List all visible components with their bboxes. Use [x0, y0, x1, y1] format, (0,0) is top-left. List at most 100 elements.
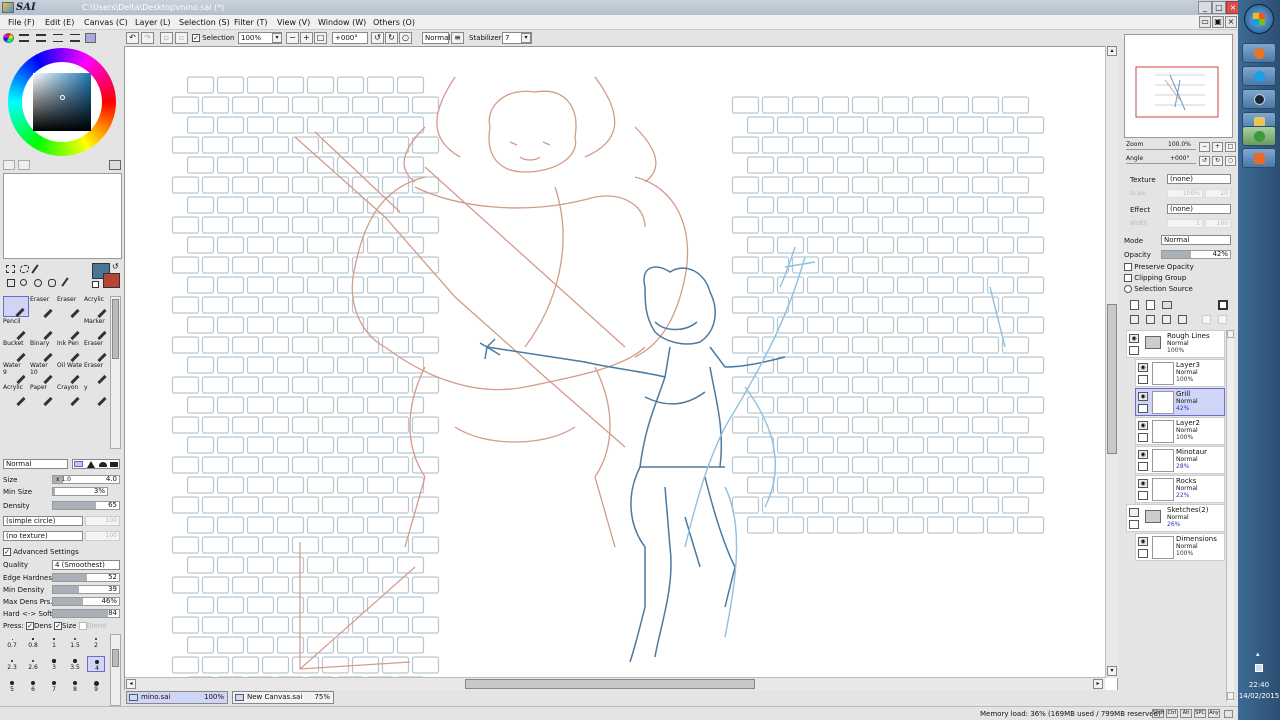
min-density-slider[interactable]: 39	[52, 585, 120, 594]
layer-visibility-icon[interactable]: ◉	[1129, 334, 1139, 343]
brush-tool-slot[interactable]: Water 9	[3, 362, 29, 385]
size-presets-scroll-thumb[interactable]	[112, 649, 119, 667]
brush-tool-slot[interactable]: Eraser	[84, 362, 110, 385]
brush-tool-slot[interactable]: y	[84, 384, 110, 407]
brush-shape-1-icon[interactable]	[74, 461, 83, 467]
zoom-tool-icon[interactable]	[20, 279, 27, 286]
hsv-slider-icon[interactable]	[36, 34, 46, 42]
menu-canvas[interactable]: Canvas (C)	[84, 17, 128, 28]
navigator-preview[interactable]	[1124, 34, 1233, 138]
brush-tool-slot[interactable]: Water 10	[30, 362, 56, 385]
deselect-button[interactable]: ▫	[160, 32, 173, 44]
layer-visibility-icon[interactable]: ◉	[1138, 450, 1148, 459]
doc-close-button[interactable]: ×	[1225, 16, 1237, 28]
brush-size-preset[interactable]: 1	[45, 634, 63, 650]
rotate-left-button[interactable]: ↺	[371, 32, 384, 44]
taskbar-app[interactable]	[1242, 126, 1276, 146]
quality-select[interactable]: 4 (Smoothest)	[52, 560, 120, 570]
color-wheel-mode-icon[interactable]	[3, 33, 14, 43]
swatch-remove-button[interactable]	[18, 160, 30, 170]
hard-soft-slider[interactable]: 84	[52, 609, 120, 618]
scratchpad-toggle-button[interactable]	[109, 160, 121, 170]
layer-lock-icon[interactable]	[1138, 491, 1148, 500]
brush-size-preset[interactable]: 6	[24, 678, 42, 694]
nav-angle-slider[interactable]	[1126, 163, 1196, 164]
flip-view-button[interactable]: ≡	[451, 32, 464, 44]
preserve-opacity-toggle[interactable]: Preserve Opacity	[1124, 263, 1194, 271]
clear-layer-icon[interactable]	[1162, 315, 1171, 324]
stabilizer-dropdown-icon[interactable]: ▾	[521, 33, 531, 43]
maximize-button[interactable]: □	[1212, 1, 1226, 14]
menu-layer[interactable]: Layer (L)	[135, 17, 171, 28]
preserve-opacity-checkbox[interactable]	[1124, 263, 1132, 271]
angle-field[interactable]: +000°	[332, 32, 368, 44]
brush-tool-slot[interactable]: Eraser	[57, 296, 83, 319]
key-config-icon[interactable]	[1224, 710, 1233, 718]
redo-button[interactable]: ↷	[141, 32, 154, 44]
rgb-slider-icon[interactable]	[19, 34, 29, 42]
nav-rotate-reset-button[interactable]: ○	[1225, 156, 1236, 166]
color-sv-square[interactable]	[33, 73, 91, 131]
undo-button[interactable]: ↶	[126, 32, 139, 44]
scratchpad-icon[interactable]	[70, 34, 80, 42]
zoom-reset-button[interactable]: □	[314, 32, 327, 44]
swatch-add-button[interactable]	[3, 160, 15, 170]
brush-size-preset[interactable]: 2	[87, 634, 105, 650]
brush-tool-slot[interactable]: Crayon	[57, 384, 83, 407]
layer-item[interactable]: ◉ Minotaur Normal 28%	[1135, 446, 1225, 474]
transfer-down-icon[interactable]	[1130, 315, 1139, 324]
secondary-color-swatch[interactable]	[103, 273, 120, 288]
brush-shape-3-icon[interactable]	[99, 462, 107, 467]
taskbar-firefox[interactable]	[1242, 43, 1276, 63]
brush-tool-slot[interactable]: Acrylic	[3, 384, 29, 407]
scratchpad[interactable]	[3, 173, 122, 259]
effect-strength-field[interactable]: 100	[1205, 219, 1231, 228]
drawing-canvas[interactable]	[124, 46, 1118, 691]
color-wheel[interactable]	[8, 48, 116, 156]
delete-layer-icon[interactable]	[1178, 315, 1187, 324]
invert-selection-button[interactable]: ▫	[175, 32, 188, 44]
color-picker-cursor[interactable]	[60, 95, 65, 100]
layer-item[interactable]: ◉ Rocks Normal 22%	[1135, 475, 1225, 503]
scroll-right-icon[interactable]: ▸	[1093, 679, 1103, 689]
brush-size-preset[interactable]: 9	[87, 678, 105, 694]
size-presets-scrollbar[interactable]	[110, 634, 121, 706]
lasso-icon[interactable]	[20, 265, 29, 273]
menu-selection[interactable]: Selection (S)	[179, 17, 230, 28]
selection-toggle[interactable]: ✓ Selection	[192, 33, 235, 43]
tool-grid-scrollbar[interactable]	[110, 296, 121, 449]
swap-colors-icon[interactable]: ↺	[112, 262, 119, 271]
layer-item[interactable]: ◉ Dimensions Normal 100%	[1135, 533, 1225, 561]
layer-visibility-icon[interactable]	[1129, 508, 1139, 517]
taskbar-paint-tool-sai[interactable]	[1242, 148, 1276, 168]
swatches-icon[interactable]	[53, 34, 63, 42]
selection-source-checkbox[interactable]	[1124, 285, 1132, 293]
scroll-down-icon[interactable]: ▾	[1107, 666, 1117, 676]
nav-zoom-slider[interactable]	[1126, 149, 1196, 150]
brush-tool-slot[interactable]: Ink Pen	[57, 340, 83, 363]
rotate-right-button[interactable]: ↻	[385, 32, 398, 44]
brush-shape-strength[interactable]: 100	[85, 516, 120, 526]
brush-shape-2-icon[interactable]	[87, 461, 95, 468]
layer-scroll-down-icon[interactable]	[1227, 692, 1234, 700]
nav-zoom-out-button[interactable]: −	[1199, 142, 1210, 152]
advanced-settings-checkbox[interactable]: ✓	[3, 548, 11, 556]
brush-tool-slot[interactable]: Oil Wate	[57, 362, 83, 385]
layer-lock-icon[interactable]	[1129, 346, 1139, 355]
brush-size-preset[interactable]: 2.3	[3, 656, 21, 672]
nav-rotate-right-button[interactable]: ↻	[1212, 156, 1223, 166]
brush-tool-slot[interactable]	[30, 318, 56, 341]
apply-mask-icon[interactable]	[1202, 315, 1211, 324]
layer-lock-icon[interactable]	[1138, 433, 1148, 442]
texture-scale-field[interactable]: 100%	[1167, 189, 1203, 198]
close-button[interactable]: ×	[1226, 1, 1238, 14]
clipping-group-checkbox[interactable]	[1124, 274, 1132, 282]
brush-tool-slot[interactable]: Bucket	[3, 340, 29, 363]
menu-file[interactable]: File (F)	[8, 17, 35, 28]
eyedropper-icon[interactable]	[61, 277, 69, 287]
edge-hardness-slider[interactable]: 52	[52, 573, 120, 582]
scroll-left-icon[interactable]: ◂	[126, 679, 136, 689]
layer-folder[interactable]: ◉ Rough Lines Normal 100%	[1126, 330, 1225, 358]
selection-checkbox[interactable]: ✓	[192, 34, 200, 42]
zoom-out-button[interactable]: −	[286, 32, 299, 44]
